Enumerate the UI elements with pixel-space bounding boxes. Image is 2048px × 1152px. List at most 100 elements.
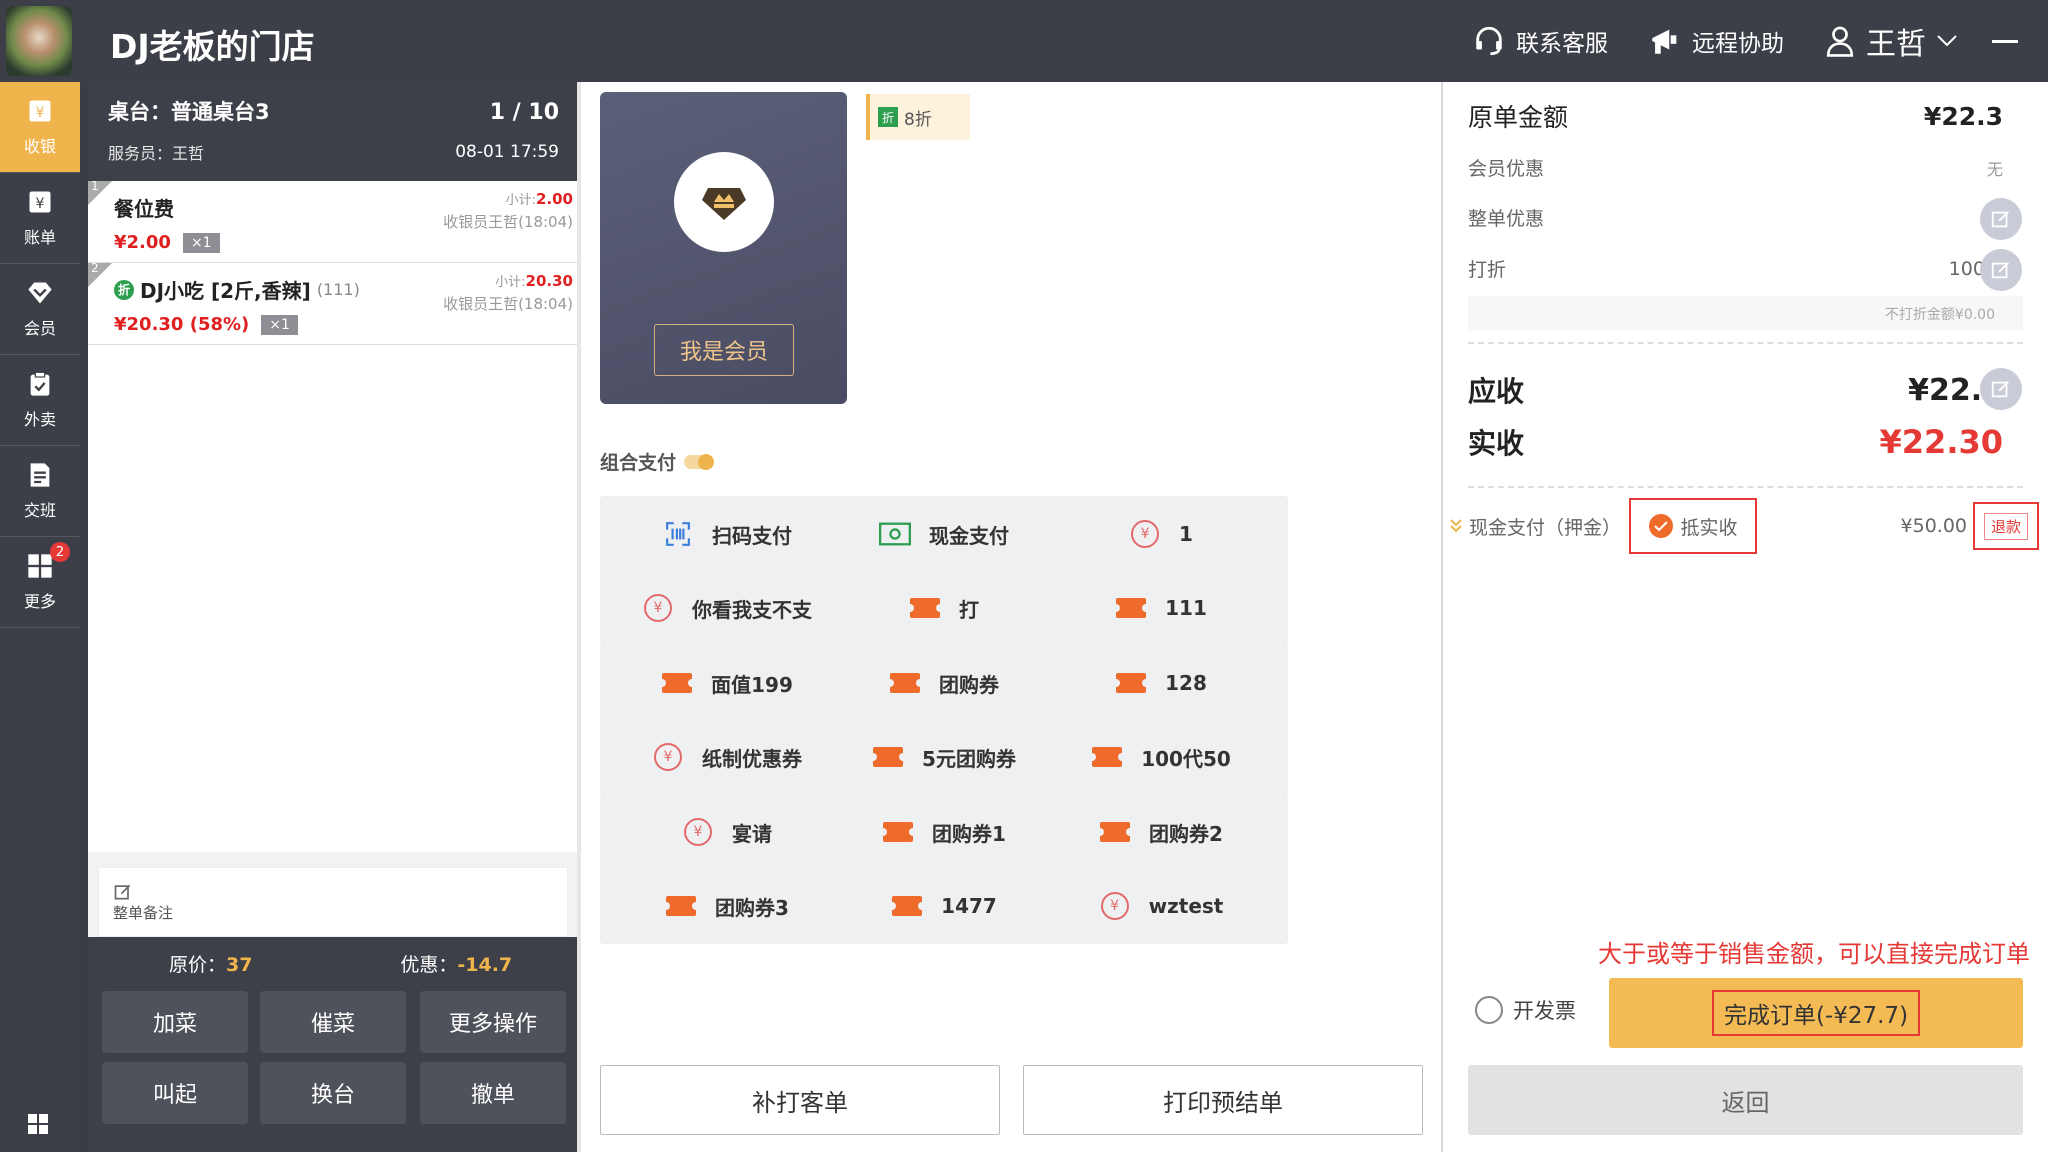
payment-method-label: wztest: [1148, 894, 1224, 918]
edit-receivable-button[interactable]: [1980, 368, 2022, 410]
print-prebill-button[interactable]: 打印预结单: [1023, 1065, 1423, 1135]
sidebar-item-takeout[interactable]: 外卖: [0, 355, 80, 446]
cancel-order-button[interactable]: 撤单: [420, 1062, 566, 1124]
coupon-icon: [1088, 747, 1127, 767]
call-up-button[interactable]: 叫起: [102, 1062, 248, 1124]
payment-method-button[interactable]: 团购券1: [817, 794, 1071, 870]
sidebar-item-label: 收银: [23, 137, 56, 156]
edit-discount-button[interactable]: [1980, 249, 2022, 291]
sidebar-item-bill[interactable]: ¥ 账单: [0, 173, 80, 264]
sidebar-item-label: 更多: [23, 592, 56, 611]
yen-circle-icon: ¥: [644, 594, 672, 622]
remote-assist-label: 远程协助: [1692, 31, 1784, 57]
payment-method-button[interactable]: 现金支付: [817, 496, 1071, 572]
payment-method-button[interactable]: 团购券2: [1034, 794, 1288, 870]
sidebar-item-label: 交班: [23, 501, 56, 520]
payment-method-label: 团购券2: [1149, 821, 1223, 846]
payment-method-label: 现金支付: [929, 523, 1009, 548]
user-name: 王哲: [1866, 27, 1926, 62]
no-discount-amount: 不打折金额¥0.00: [1468, 296, 2023, 330]
back-button[interactable]: 返回: [1468, 1065, 2023, 1135]
order-item[interactable]: 2 折 DJ小吃 [2斤,香辣] (111) ¥20.30 (58%) ×1 小计:2…: [88, 261, 579, 345]
payment-method-label: 面值199: [711, 672, 793, 697]
i-am-member-button[interactable]: 我是会员: [654, 324, 794, 376]
add-dish-button[interactable]: 加菜: [102, 991, 248, 1053]
payment-method-button[interactable]: 扫码支付: [600, 496, 854, 572]
order-item[interactable]: 1 餐位费 ¥2.00 ×1 小计:2.00 收银员王哲(18:04): [88, 179, 579, 263]
coupon-icon: [869, 747, 908, 767]
original-value: 37: [226, 953, 253, 976]
payment-method-label: 1: [1179, 522, 1193, 546]
complete-order-button[interactable]: 完成订单(-¥27.7): [1609, 978, 2023, 1048]
invoice-option[interactable]: 开发票: [1475, 995, 1576, 1025]
customer-service-button[interactable]: 联系客服: [1472, 24, 1608, 58]
edit-whole-discount-button[interactable]: [1980, 198, 2022, 240]
sidebar-item-more[interactable]: 2 更多: [0, 537, 80, 628]
payment-method-button[interactable]: ¥ 纸制优惠券: [600, 719, 854, 795]
payment-method-button[interactable]: ¥1: [1034, 496, 1288, 572]
payment-method-button[interactable]: 111: [1034, 570, 1288, 646]
remote-assist-button[interactable]: 远程协助: [1648, 24, 1784, 58]
member-discount-value: 无: [1986, 159, 2003, 179]
sidebar-item-label: 外卖: [23, 410, 56, 429]
subtotal-value: 20.30: [525, 272, 573, 290]
payment-method-button[interactable]: 5元团购券: [817, 719, 1071, 795]
payment-method-button[interactable]: 打: [817, 570, 1071, 646]
reprint-button[interactable]: 补打客单: [600, 1065, 1000, 1135]
check-icon: [1648, 514, 1673, 538]
subtotal-value: 2.00: [535, 190, 573, 208]
sidebar-item-member[interactable]: 会员: [0, 264, 80, 355]
order-totals: 原价：37 优惠：-14.7: [88, 937, 579, 989]
edit-icon: [1991, 262, 2009, 279]
sidebar-item-cashier[interactable]: ¥ 收银: [0, 82, 80, 173]
divider: [1468, 486, 2023, 488]
coupon-icon: [879, 822, 918, 842]
yen-circle-icon: ¥: [1131, 520, 1160, 548]
store-name: DJ老板的门店: [110, 27, 315, 66]
cash-deposit-label: 现金支付（押金）: [1469, 516, 1622, 539]
sidebar-item-shift[interactable]: 交班: [0, 446, 80, 537]
apps-grid-icon[interactable]: [26, 1112, 50, 1136]
yen-circle-icon: ¥: [654, 743, 682, 771]
payment-method-button[interactable]: 100代50: [1034, 719, 1288, 795]
coupon-icon: [1096, 822, 1135, 842]
offset-checkbox[interactable]: 抵实收: [1629, 498, 1758, 554]
sidebar-item-label: 会员: [23, 319, 56, 338]
payment-method-button[interactable]: 128: [1034, 645, 1288, 721]
combo-pay-toggle[interactable]: [684, 453, 715, 470]
minimize-button[interactable]: [1992, 39, 2018, 43]
discount-tag-label: 8折: [904, 109, 932, 130]
order-remark-button[interactable]: 整单备注: [98, 867, 568, 937]
invoice-radio[interactable]: [1475, 996, 1503, 1024]
item-name: DJ小吃 [2斤,香辣]: [140, 279, 311, 303]
payment-method-button[interactable]: 团购券3: [600, 868, 854, 944]
order-header: 桌台：普通桌台3 1 / 10 服务员：王哲 08-01 17:59: [88, 82, 579, 181]
refund-button[interactable]: 退款: [1973, 502, 2039, 550]
item-number: 1: [88, 179, 112, 205]
combo-pay-label: 组合支付: [600, 452, 677, 474]
more-ops-button[interactable]: 更多操作: [420, 991, 566, 1053]
member-card[interactable]: 我是会员: [600, 92, 847, 404]
edit-icon: [114, 884, 131, 899]
more-icon: 2: [26, 542, 70, 580]
payment-method-button[interactable]: ¥ wztest: [1034, 868, 1288, 944]
edit-icon: [1991, 381, 2009, 398]
payment-method-button[interactable]: 1477: [817, 868, 1071, 944]
rush-dish-button[interactable]: 催菜: [260, 991, 406, 1053]
payment-method-button[interactable]: ¥ 你看我支不支: [600, 570, 854, 646]
sidebar-item-label: 账单: [23, 228, 56, 247]
user-menu[interactable]: 王哲: [1824, 19, 1958, 63]
received-value: ¥22.30: [1879, 423, 2003, 461]
coupon-icon: [886, 673, 924, 693]
offset-label: 抵实收: [1680, 516, 1738, 539]
change-table-button[interactable]: 换台: [260, 1062, 406, 1124]
payment-method-button[interactable]: 团购券: [817, 645, 1071, 721]
payment-method-button[interactable]: ¥ 宴请: [600, 794, 854, 870]
payment-method-label: 你看我支不支: [692, 597, 812, 622]
payment-method-label: 宴请: [732, 821, 772, 846]
payment-method-button[interactable]: 面值199: [600, 645, 854, 721]
coupon-icon: [888, 896, 927, 916]
store-logo: [6, 6, 72, 76]
user-icon: [1826, 26, 1854, 57]
order-ops: 加菜 催菜 更多操作 叫起 换台 撤单: [88, 989, 579, 1152]
